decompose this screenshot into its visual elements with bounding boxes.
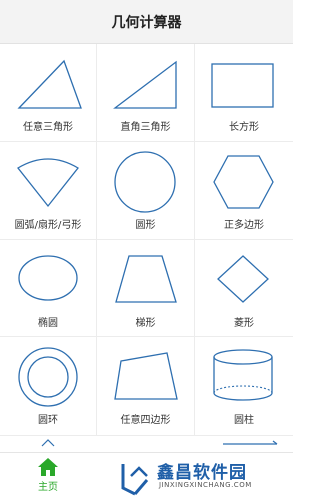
ellipse-icon — [0, 240, 96, 312]
shape-label: 圆柱 — [234, 415, 254, 426]
shape-label: 椭圆 — [38, 318, 58, 329]
shape-item-rectangle[interactable]: 长方形 — [195, 44, 293, 142]
rhombus-icon — [195, 240, 293, 312]
watermark-subtext: JINXINGXINCHANG.COM — [159, 481, 252, 489]
shape-label: 任意四边形 — [120, 415, 171, 426]
shape-item-triangle[interactable]: 任意三角形 — [0, 44, 97, 142]
shape-label: 长方形 — [229, 122, 259, 133]
site-watermark: 鑫昌软件园 JINXINGXINCHANG.COM — [117, 454, 293, 498]
shape-label: 梯形 — [135, 318, 156, 329]
shape-label: 圆环 — [38, 415, 58, 426]
shape-label: 正多边形 — [224, 220, 264, 231]
watermark-logo-icon — [121, 464, 149, 496]
home-label: 主页 — [38, 482, 58, 493]
shape-item-ring[interactable]: 圆环 — [0, 337, 97, 436]
cylinder-icon — [195, 337, 293, 409]
app-window: 几何计算器 任意三角形 直角三角形 长方形 圆弧/扇形/弓形 圆形 正多边形 椭… — [0, 0, 293, 500]
shape-item-circle[interactable]: 圆形 — [97, 142, 195, 240]
trapezoid-icon — [97, 240, 194, 312]
shape-label: 菱形 — [234, 318, 254, 329]
watermark-text: 鑫昌软件园 — [157, 463, 247, 483]
hexagon-icon — [195, 142, 293, 214]
quadrilateral-icon — [97, 337, 194, 409]
shape-label: 圆形 — [135, 220, 156, 231]
shape-item-quadrilateral[interactable]: 任意四边形 — [97, 337, 195, 436]
home-icon — [18, 457, 78, 477]
next-row-partial — [0, 436, 293, 452]
shape-label: 任意三角形 — [23, 122, 73, 133]
shape-item-hexagon[interactable]: 正多边形 — [195, 142, 293, 240]
shape-item-ellipse[interactable]: 椭圆 — [0, 240, 97, 337]
shape-grid: 任意三角形 直角三角形 长方形 圆弧/扇形/弓形 圆形 正多边形 椭圆 梯形 菱… — [0, 44, 293, 436]
shape-item-rhombus[interactable]: 菱形 — [195, 240, 293, 337]
shape-item-sector[interactable]: 圆弧/扇形/弓形 — [0, 142, 97, 240]
shape-item-right-triangle[interactable]: 直角三角形 — [97, 44, 195, 142]
rectangle-icon — [195, 44, 293, 116]
shape-label: 直角三角形 — [120, 122, 171, 133]
ring-icon — [0, 337, 96, 409]
shape-label: 圆弧/扇形/弓形 — [14, 220, 82, 231]
sector-icon — [0, 142, 96, 214]
page-title: 几何计算器 — [111, 14, 182, 31]
shape-item-cylinder[interactable]: 圆柱 — [195, 337, 293, 436]
triangle-icon — [0, 44, 96, 116]
shape-item-trapezoid[interactable]: 梯形 — [97, 240, 195, 337]
right-triangle-icon — [97, 44, 194, 116]
home-tab[interactable]: 主页 — [18, 457, 78, 497]
circle-icon — [97, 142, 194, 214]
title-bar: 几何计算器 — [0, 0, 293, 44]
